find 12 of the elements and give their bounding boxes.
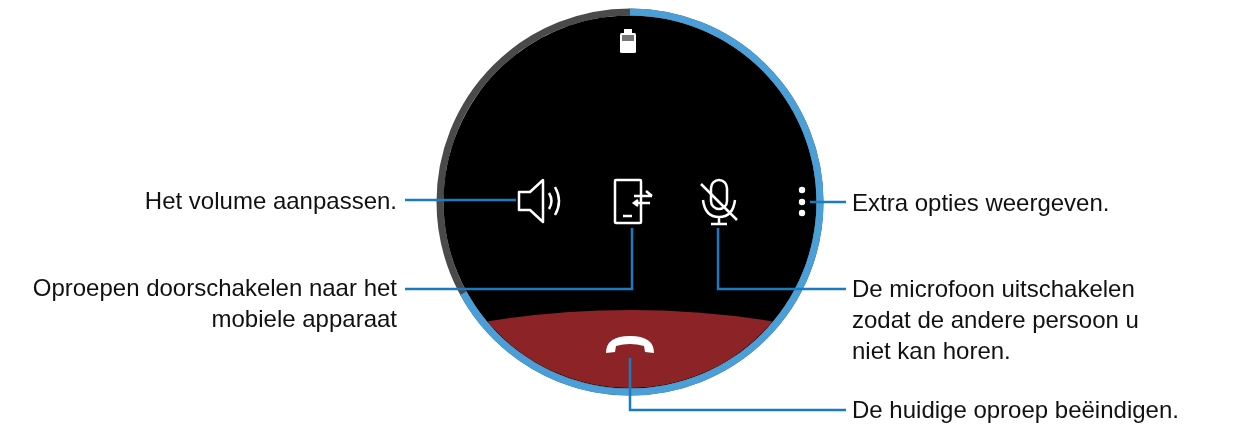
battery-icon bbox=[620, 29, 636, 53]
callout-text: De huidige oproep beëindigen. bbox=[852, 395, 1179, 425]
callout-text: Oproepen doorschakelen naar het mobiele apparaat bbox=[31, 273, 397, 334]
callout-text: Het volume aanpassen. bbox=[144, 186, 397, 216]
speaker-icon[interactable] bbox=[517, 178, 561, 224]
leader-line bbox=[810, 200, 846, 204]
microphone-muted-icon[interactable] bbox=[699, 178, 739, 226]
callout-text: De microfoon uitschakelen zodat de andere persoon u niet kan horen. bbox=[852, 274, 1140, 366]
more-options-icon[interactable] bbox=[798, 186, 806, 217]
end-call-icon bbox=[606, 336, 654, 353]
callout-text: Extra opties weergeven. bbox=[852, 188, 1110, 218]
phone-transfer-icon[interactable] bbox=[613, 178, 654, 225]
